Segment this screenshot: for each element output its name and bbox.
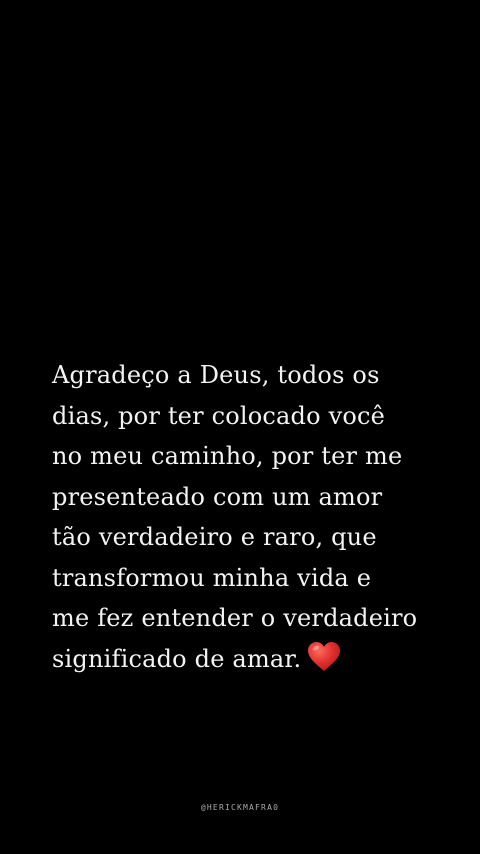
quote-line-4: presenteado com um amor [52, 482, 383, 511]
quote-line-8-wrap: significado de amar. [52, 639, 462, 680]
quote-line-5: tão verdadeiro e raro, que [52, 523, 377, 551]
red-heart-icon [308, 641, 341, 671]
story-canvas: Agradeço a Deus, todos os dias, por ter … [0, 0, 480, 854]
author-handle: @HERICKMAFRA0 [200, 803, 280, 812]
quote-line-6: transformou minha vida e [52, 563, 372, 592]
quote-line-1: Agradeço a Deus, todos os [52, 361, 380, 389]
quote-line-3: no meu caminho, por ter me [52, 442, 403, 470]
quote-line-7: me fez entender o verdadeiro [52, 604, 418, 632]
quote-line-2: dias, por ter colocado você [52, 401, 386, 430]
quote-text: Agradeço a Deus, todos os dias, por ter … [52, 355, 462, 679]
quote-line-8: significado de amar. [52, 644, 302, 673]
